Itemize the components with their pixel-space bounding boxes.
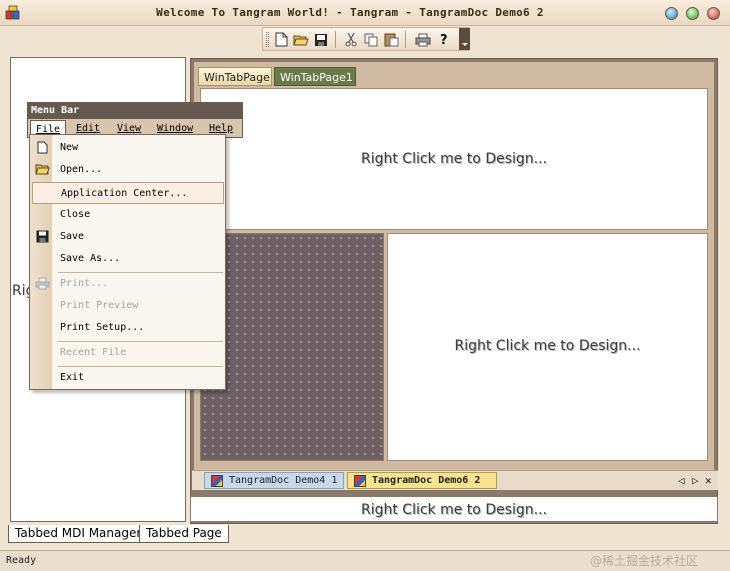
menu-label: View [117, 123, 142, 134]
menu-item-save[interactable]: Save [30, 226, 225, 248]
menu-item-print-preview[interactable]: Print Preview [30, 295, 225, 317]
menu-bar-title[interactable]: Menu Bar [28, 103, 242, 119]
menu-item-recent-file[interactable]: Recent File [30, 342, 225, 364]
menu-item-label: Exit [60, 372, 85, 383]
copy-icon[interactable] [362, 31, 380, 48]
menu-item-label: Close [60, 209, 91, 220]
menu-item-save-as[interactable]: Save As... [30, 248, 225, 270]
menu-label: Window [157, 123, 194, 134]
file-menu-dropdown: New Open... Application Center... Close … [29, 134, 226, 390]
tab-wintabpage[interactable]: WinTabPage [198, 67, 272, 86]
help-icon[interactable]: ? [436, 31, 454, 48]
toolbar-options-dropdown[interactable] [459, 28, 470, 50]
menu-item-label: Print Setup... [60, 322, 145, 333]
menu-item-close[interactable]: Close [30, 204, 225, 226]
design-panel-top[interactable]: Right Click me to Design... [200, 88, 708, 230]
scroll-left-icon[interactable]: ◁ [678, 474, 685, 487]
toolbar-separator [405, 31, 406, 48]
save-icon [35, 229, 50, 244]
design-panel-bottom[interactable]: Right Click me to Design... [190, 496, 718, 522]
tab-doc-demo6[interactable]: TangramDoc Demo6 2 [347, 472, 497, 489]
menu-item-label: Print... [60, 278, 109, 289]
scroll-right-icon[interactable]: ▷ [692, 474, 699, 487]
design-grid-panel[interactable] [200, 233, 384, 461]
tab-tabbed-page[interactable]: Tabbed Page [139, 525, 229, 543]
menu-item-label: Save As... [60, 253, 121, 264]
paste-icon[interactable] [382, 31, 400, 48]
doc-tab-label: TangramDoc Demo6 2 [372, 475, 481, 486]
menu-item-label: Print Preview [60, 300, 139, 311]
standard-toolbar: ? [262, 27, 470, 51]
document-icon [354, 475, 366, 487]
new-icon [35, 140, 50, 155]
title-bar: Welcome To Tangram World! - Tangram - Ta… [0, 0, 730, 26]
watermark: @稀土掘金技术社区 [590, 554, 699, 568]
design-prompt: Right Click me to Design... [454, 338, 641, 354]
menu-item-label: Save [60, 231, 85, 242]
window-title: Welcome To Tangram World! - Tangram - Ta… [156, 6, 544, 19]
menu-label: Edit [76, 123, 101, 134]
menu-item-label: Open... [60, 164, 103, 175]
menu-item-application-center[interactable]: Application Center... [32, 182, 224, 204]
floating-menu-bar[interactable]: Menu Bar File Edit View Window Help [27, 102, 243, 138]
svg-text:?: ? [440, 33, 448, 47]
document-icon [211, 475, 223, 487]
status-bar: Ready @稀土掘金技术社区 [0, 550, 730, 571]
menu-item-label: New [60, 142, 79, 153]
tab-tabbed-mdi-manager[interactable]: Tabbed MDI Manager [8, 525, 149, 543]
doc-tab-label: TangramDoc Demo4 1 [229, 475, 338, 486]
toolbar-separator [335, 31, 336, 48]
status-text: Ready [6, 555, 37, 566]
menu-label: Help [209, 123, 234, 134]
menu-item-open[interactable]: Open... [30, 159, 225, 181]
save-icon[interactable] [312, 31, 330, 48]
design-prompt: Right Click me to Design... [360, 502, 548, 518]
open-icon [35, 162, 50, 177]
menu-item-label: Recent File [60, 347, 127, 358]
tab-wintabpage1[interactable]: WinTabPage1 [274, 67, 356, 86]
design-prompt: Right Click me to Design... [360, 151, 548, 167]
toolbar-grip[interactable] [266, 32, 269, 47]
menu-item-label: Application Center... [61, 188, 188, 199]
cut-icon[interactable] [342, 31, 360, 48]
menu-item-print[interactable]: Print... [30, 273, 225, 295]
menu-item-print-setup[interactable]: Print Setup... [30, 317, 225, 339]
design-panel-right[interactable]: Right Click me to Design... [387, 233, 708, 461]
tab-doc-demo4[interactable]: TangramDoc Demo4 1 [204, 472, 344, 489]
new-icon[interactable] [272, 31, 290, 48]
open-icon[interactable] [292, 31, 310, 48]
maximize-button[interactable] [686, 7, 699, 20]
minimize-button[interactable] [665, 7, 678, 20]
close-button[interactable] [707, 7, 720, 20]
print-icon [35, 276, 50, 291]
document-tab-bar: TangramDoc Demo4 1 TangramDoc Demo6 2 ◁ … [192, 470, 718, 490]
menu-item-new[interactable]: New [30, 137, 225, 159]
print-icon[interactable] [414, 31, 432, 48]
menu-item-exit[interactable]: Exit [30, 367, 225, 389]
close-icon[interactable]: ✕ [705, 474, 712, 487]
